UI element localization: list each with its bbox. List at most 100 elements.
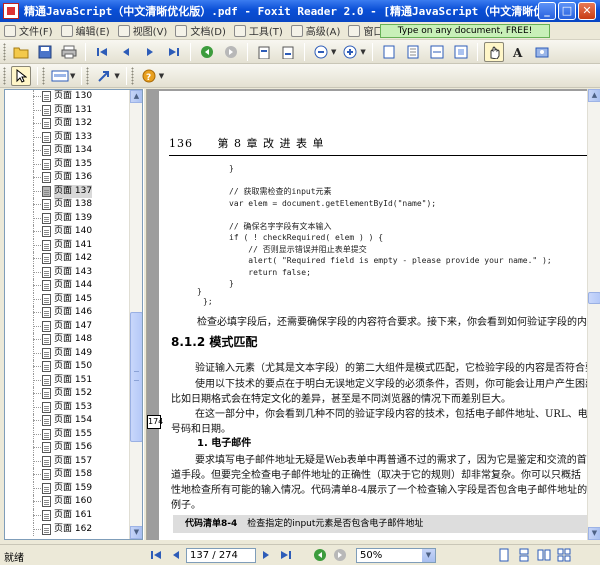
menu-item[interactable]: 编辑(E) [57,22,114,40]
text-select-button[interactable]: A [508,42,528,62]
menu-item[interactable]: 工具(T) [230,22,287,40]
fit-page-button[interactable] [403,42,423,62]
bookmark-item[interactable]: 页面 152 [5,387,130,401]
bookmark-item[interactable]: 页面 143 [5,265,130,280]
bookmark-item[interactable]: 页面 153 [5,400,130,415]
bookmark-item[interactable]: 页面 137 [5,184,130,199]
help-dropdown-icon[interactable]: ▼ [159,72,164,80]
bookmark-item[interactable]: 页面 139 [5,211,130,226]
first-page-button[interactable] [92,42,112,62]
bookmark-item[interactable]: 页面 159 [5,481,130,496]
snapshot-button[interactable] [532,42,552,62]
go-back-button[interactable] [197,42,217,62]
status-next-page-button[interactable] [258,547,274,563]
document-scroll-thumb[interactable] [588,292,600,304]
menu-item[interactable]: 文档(D) [171,22,230,40]
bookmark-item[interactable]: 页面 131 [5,103,130,118]
status-last-page-button[interactable] [278,547,294,563]
page-number-input[interactable]: 137 / 274 [186,547,256,563]
continuous-facing-button[interactable] [556,547,572,563]
zoom-out-dropdown-icon[interactable]: ▼ [331,48,336,56]
facing-button[interactable] [536,547,552,563]
bookmark-item[interactable]: 页面 154 [5,414,130,428]
close-button[interactable]: ✕ [578,2,596,20]
bookmark-item[interactable]: 页面 130 [5,90,130,104]
help-button[interactable]: ? [139,66,159,86]
bookmark-item[interactable]: 页面 160 [5,495,130,509]
last-page-button[interactable] [164,42,184,62]
bookmark-item[interactable]: 页面 132 [5,117,130,131]
bookmark-item[interactable]: 页面 144 [5,279,130,293]
form-tool-dropdown-icon[interactable]: ▼ [70,72,75,80]
bookmark-item[interactable]: 页面 155 [5,427,130,442]
previous-page-button[interactable] [116,42,136,62]
rotate-left-button[interactable] [254,42,274,62]
zoom-in-button[interactable] [340,42,360,62]
promo-banner[interactable]: Type on any document, FREE! [380,24,550,38]
bookmark-item[interactable]: 页面 162 [5,522,130,537]
scroll-up-icon[interactable]: ▲ [130,90,142,103]
bookmark-item[interactable]: 页面 158 [5,468,130,482]
actual-size-button[interactable] [379,42,399,62]
minimize-button[interactable]: _ [538,2,556,20]
scroll-down-icon[interactable]: ▼ [130,526,142,539]
menu-item[interactable]: 文件(F) [0,22,57,40]
form-tool-button[interactable] [50,66,70,86]
status-forward-button[interactable] [332,547,348,563]
bookmark-item[interactable]: 页面 156 [5,441,130,455]
document-scrollbar[interactable]: ▲ ▼ [587,89,600,540]
go-forward-button[interactable] [221,42,241,62]
status-back-button[interactable] [312,547,328,563]
zoom-out-button[interactable] [311,42,331,62]
fit-width-button[interactable] [427,42,447,62]
toolbar-grip[interactable] [130,66,134,85]
maximize-button[interactable]: □ [558,2,576,20]
bookmark-item[interactable]: 页面 146 [5,306,130,320]
scroll-down-icon[interactable]: ▼ [588,527,600,540]
toolbar-grip[interactable] [86,66,90,85]
toolbar-grip[interactable] [42,66,45,85]
select-tool-button[interactable] [11,65,31,86]
bookmark-item[interactable]: 页面 134 [5,144,130,158]
zoom-in-dropdown-icon[interactable]: ▼ [360,48,365,56]
bookmark-item[interactable]: 页面 142 [5,252,130,266]
next-page-button[interactable] [140,42,160,62]
bookmark-item[interactable]: 页面 138 [5,198,130,212]
continuous-button[interactable] [516,547,532,563]
bookmark-item[interactable]: 页面 135 [5,157,130,172]
bookmark-item[interactable]: 页面 148 [5,333,130,347]
menu-item[interactable]: 视图(V) [114,22,172,40]
zoom-level-select[interactable]: 50% ▼ [356,547,436,563]
scroll-up-icon[interactable]: ▲ [588,89,600,102]
bookmark-item[interactable]: 页面 161 [5,508,130,523]
save-button[interactable] [35,42,55,62]
bookmark-item[interactable]: 页面 140 [5,225,130,239]
single-page-button[interactable] [496,547,512,563]
zoom-dropdown-icon[interactable]: ▼ [422,548,435,562]
bookmark-item[interactable]: 页面 136 [5,171,130,185]
link-tool-dropdown-icon[interactable]: ▼ [114,72,119,80]
bookmarks-scroll-thumb[interactable] [130,312,142,442]
bookmark-item[interactable]: 页面 151 [5,373,130,388]
link-tool-button[interactable] [94,66,114,86]
document-view[interactable]: 136 第 8 章 改 进 表 单 } // 获取需检查的input元素 var e… [147,89,600,540]
print-button[interactable] [59,42,79,62]
bookmark-item[interactable]: 页面 157 [5,454,130,469]
fit-visible-button[interactable] [451,42,471,62]
open-button[interactable] [11,42,31,62]
menu-item[interactable]: 高级(A) [287,22,345,40]
toolbar-grip[interactable] [3,42,6,61]
bookmarks-scrollbar[interactable]: ▲ ▼ [129,90,142,539]
hand-tool-button[interactable] [483,41,504,62]
status-previous-page-button[interactable] [168,547,184,563]
bookmark-item[interactable]: 页面 133 [5,130,130,145]
bookmark-item[interactable]: 页面 141 [5,238,130,253]
status-first-page-button[interactable] [148,547,164,563]
bookmark-item[interactable]: 页面 147 [5,319,130,334]
toolbar-grip[interactable] [3,66,6,85]
bookmark-item[interactable]: 页面 145 [5,292,130,307]
foxit-app-icon[interactable] [3,3,19,19]
rotate-right-button[interactable] [278,42,298,62]
bookmark-item[interactable]: 页面 150 [5,360,130,374]
bookmark-item[interactable]: 页面 149 [5,346,130,361]
